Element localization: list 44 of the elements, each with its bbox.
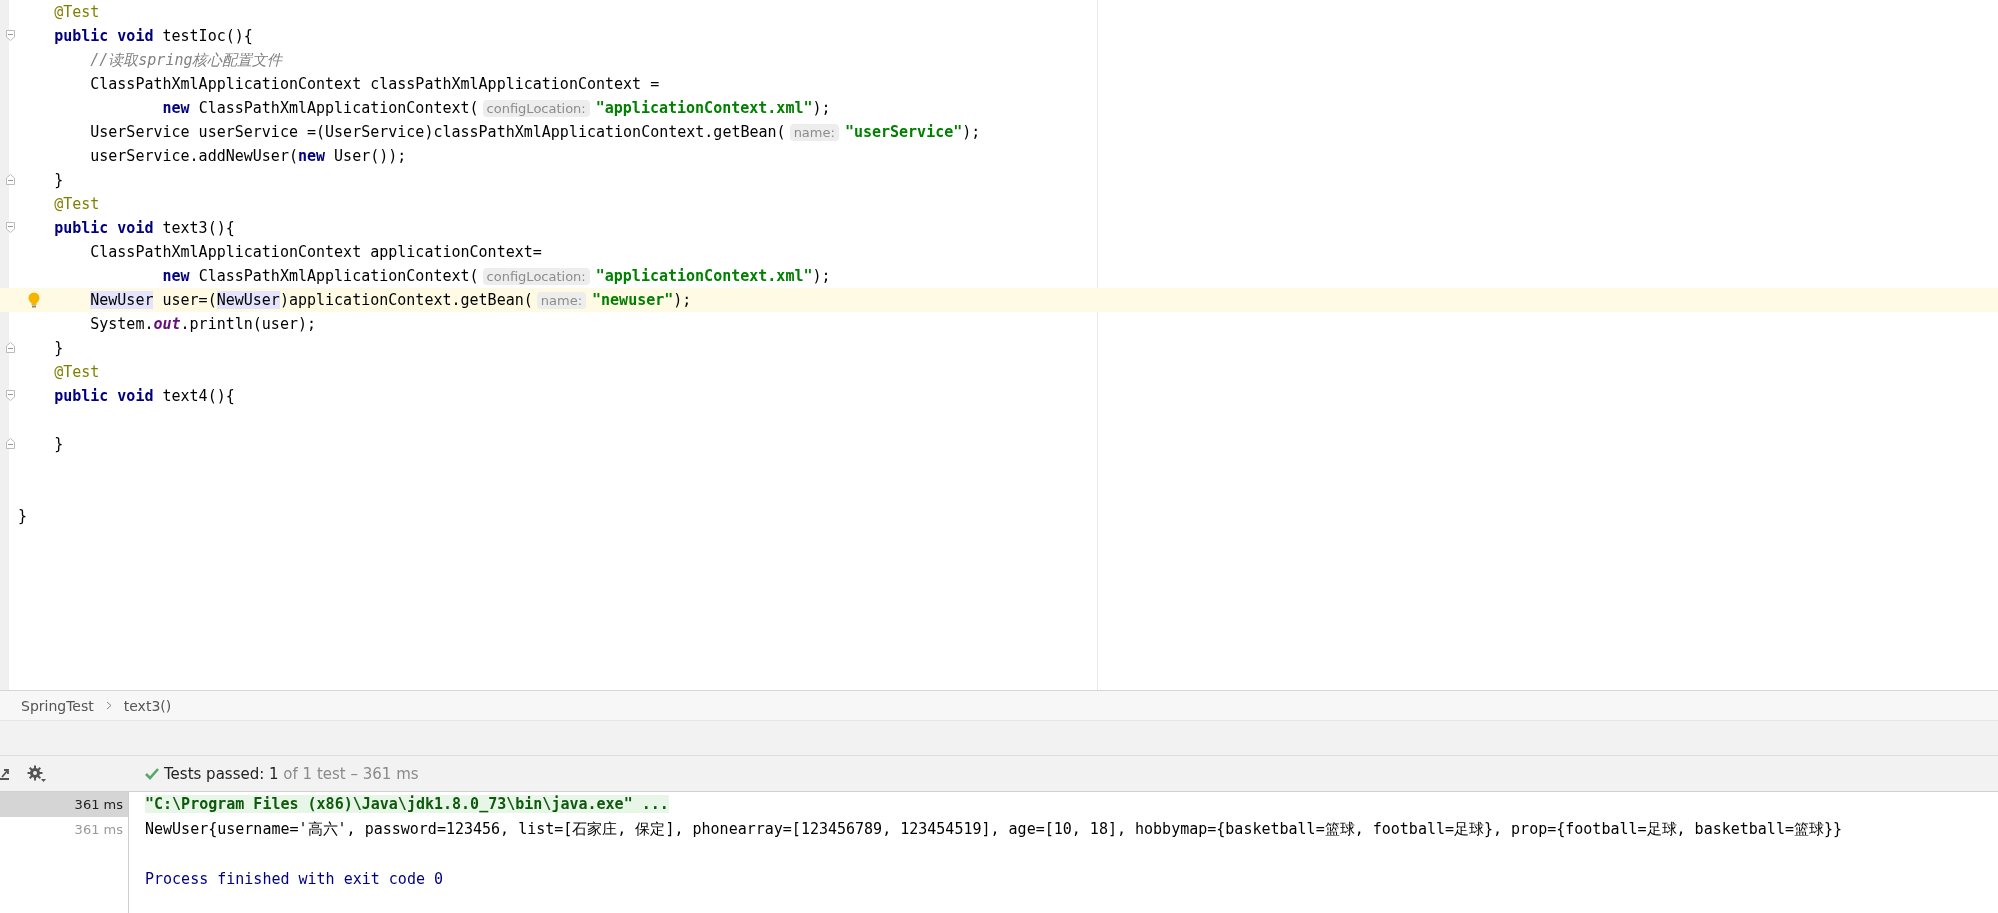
fold-end-icon[interactable] xyxy=(6,438,15,449)
parameter-hint: configLocation: xyxy=(482,267,590,285)
code-text: "newuser"); xyxy=(592,291,692,309)
lightbulb-icon[interactable] xyxy=(28,292,40,308)
code-text: } xyxy=(18,507,28,525)
code-text: } xyxy=(53,435,64,453)
code-text: ClassPathXmlApplicationContext applicationContext= xyxy=(89,243,542,261)
code-text: //读取spring核心配置文件 xyxy=(89,50,283,70)
console-line: NewUser{username='高六', password=123456, list=[石家庄, 保定], phonearray=[123456789, 123454519], age=[10, 18], hobbymap={basketball=篮球, football=足球}, prop={football=足球, basketball=篮球}} xyxy=(145,820,1842,838)
fold-marker-icon[interactable] xyxy=(6,390,15,401)
code-text: UserService userService =(UserService)classPathXmlApplicationContext.getBean( xyxy=(89,123,786,141)
code-text: "applicationContext.xml"); xyxy=(595,267,831,285)
parameter-hint: name: xyxy=(536,291,587,309)
breadcrumb-item[interactable]: text3() xyxy=(123,697,172,714)
fold-marker-icon[interactable] xyxy=(6,222,15,233)
code-text: System.out.println(user); xyxy=(89,315,317,333)
code-text: userService.addNewUser(new User()); xyxy=(89,147,407,165)
code-text: } xyxy=(53,339,64,357)
console-exit-message: Process finished with exit code 0 xyxy=(145,870,443,888)
code-text: new ClassPathXmlApplicationContext( xyxy=(161,99,479,117)
code-text: public void text4(){ xyxy=(53,387,235,405)
code-text: @Test xyxy=(53,363,100,381)
parameter-hint: name: xyxy=(789,123,839,141)
chevron-icon xyxy=(105,701,112,710)
parameter-hint: configLocation: xyxy=(482,99,590,117)
code-text: public void text3(){ xyxy=(53,219,235,237)
code-text: public void testIoc(){ xyxy=(53,27,253,45)
fold-marker-icon[interactable] xyxy=(6,30,15,41)
code-text: } xyxy=(53,171,64,189)
console-command: "C:\Program Files (x86)\Java\jdk1.8.0_73\bin\java.exe" ... xyxy=(145,795,669,813)
code-text: @Test xyxy=(53,195,100,213)
check-icon xyxy=(145,767,159,780)
code-text: @Test xyxy=(53,3,100,21)
code-text: new ClassPathXmlApplicationContext( xyxy=(161,267,479,285)
breadcrumb-item[interactable]: SpringTest xyxy=(21,697,94,714)
settings-icon[interactable] xyxy=(27,764,47,783)
test-tree-row[interactable]: 361 ms xyxy=(0,792,128,817)
code-text: ClassPathXmlApplicationContext classPathXmlApplicationContext = xyxy=(89,75,660,93)
code-text: NewUser user=(NewUser)applicationContext.getBean( xyxy=(89,291,533,309)
code-text: "applicationContext.xml"); xyxy=(595,99,831,117)
code-text: "userService"); xyxy=(844,123,981,141)
test-status-text: Tests passed: 1 of 1 test – 361 ms xyxy=(164,764,419,783)
fold-end-icon[interactable] xyxy=(6,174,15,185)
fold-end-icon[interactable] xyxy=(6,342,15,353)
